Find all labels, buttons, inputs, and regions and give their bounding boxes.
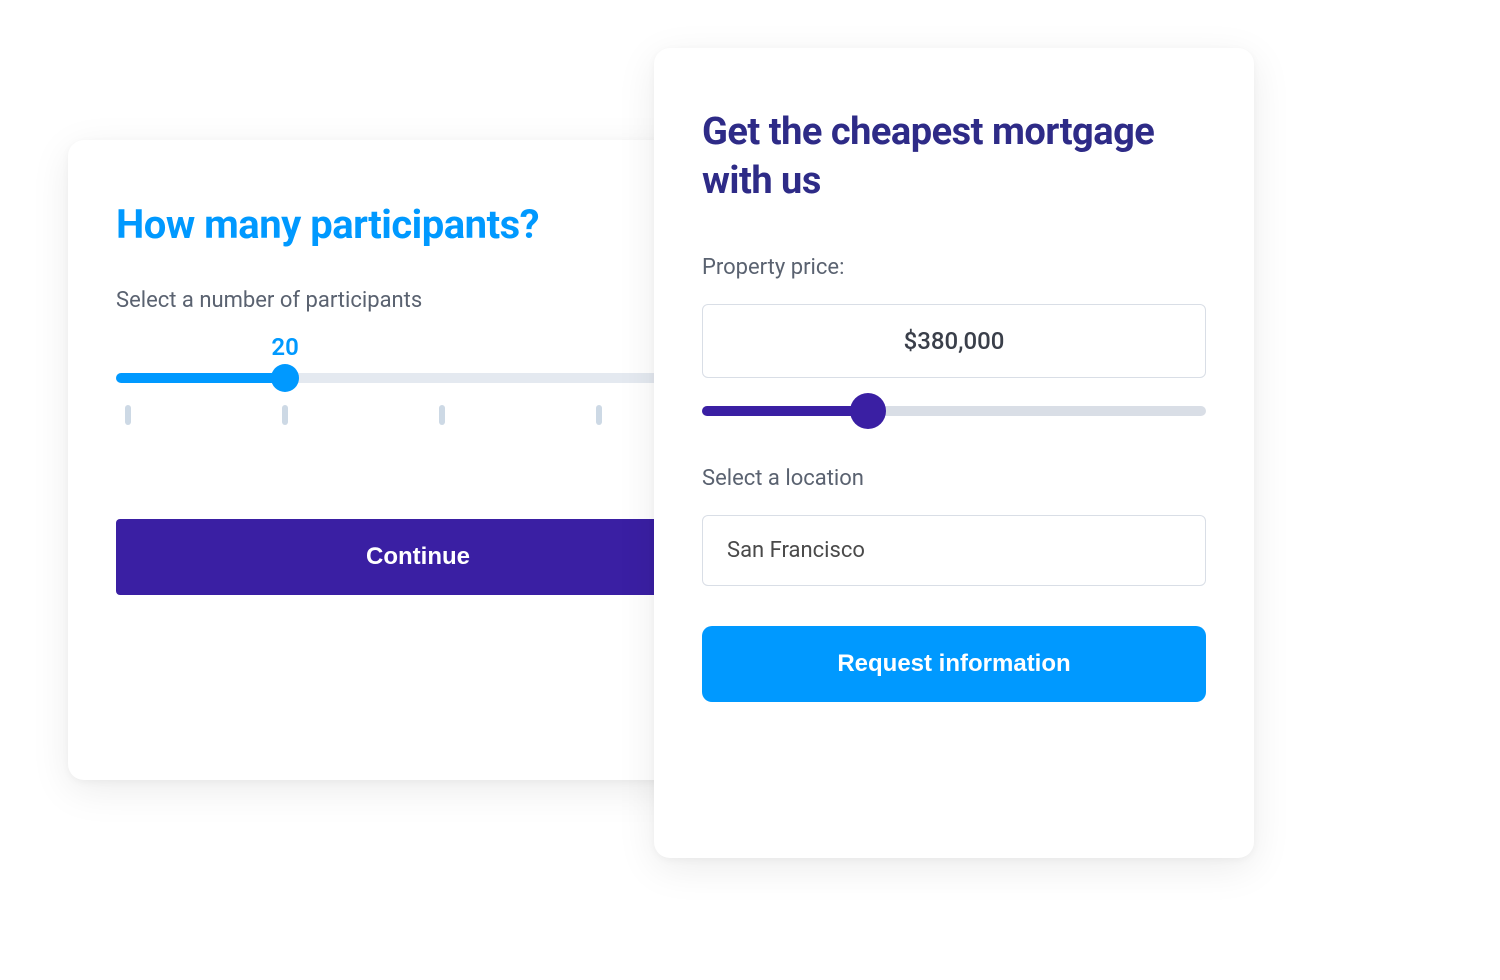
slider-tick <box>439 405 445 425</box>
participants-slider-wrapper: 20 <box>116 337 720 429</box>
participants-slider-fill <box>116 373 285 383</box>
price-slider-fill <box>702 406 868 416</box>
location-label: Select a location <box>702 466 1206 491</box>
participants-slider-value: 20 <box>271 333 298 361</box>
property-price-input[interactable]: $380,000 <box>702 304 1206 378</box>
slider-tick <box>125 405 131 425</box>
price-slider-thumb[interactable] <box>850 393 886 429</box>
slider-tick <box>596 405 602 425</box>
participants-slider[interactable] <box>116 373 720 383</box>
location-input[interactable]: San Francisco <box>702 515 1206 586</box>
property-price-label: Property price: <box>702 255 1206 280</box>
participants-heading: How many participants? <box>116 200 720 250</box>
continue-button[interactable]: Continue <box>116 519 720 595</box>
request-information-button[interactable]: Request information <box>702 626 1206 702</box>
price-slider[interactable] <box>702 406 1206 416</box>
participants-slider-thumb[interactable] <box>271 364 299 392</box>
participants-slider-ticks <box>116 405 720 429</box>
participants-subheading: Select a number of participants <box>116 288 720 313</box>
mortgage-heading: Get the cheapest mortgage with us <box>702 108 1206 207</box>
mortgage-card: Get the cheapest mortgage with us Proper… <box>654 48 1254 858</box>
slider-tick <box>282 405 288 425</box>
